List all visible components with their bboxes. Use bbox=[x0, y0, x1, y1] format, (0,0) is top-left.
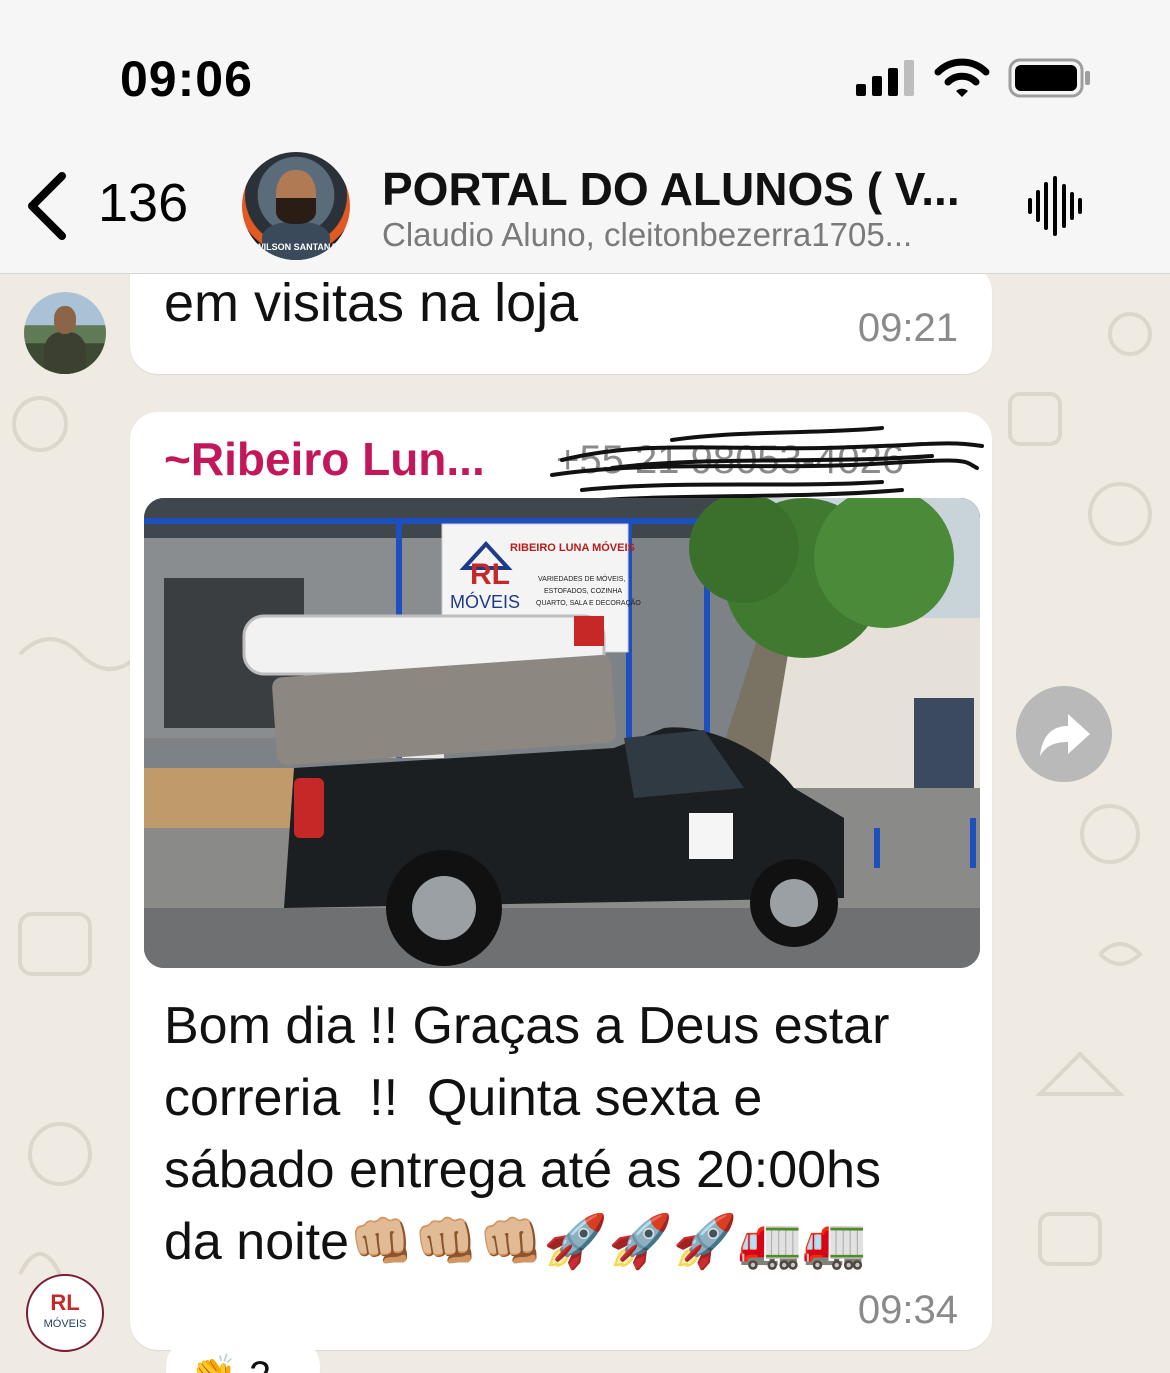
battery-icon bbox=[1008, 58, 1090, 98]
forward-button[interactable] bbox=[1016, 686, 1112, 782]
avatar-beard bbox=[276, 198, 316, 224]
sender-avatar-photo[interactable] bbox=[24, 292, 106, 374]
sender-name[interactable]: ~Ribeiro Lun... bbox=[164, 432, 485, 486]
sign-logo-sub: MÓVEIS bbox=[450, 592, 521, 612]
wifi-icon bbox=[934, 58, 990, 97]
sender-avatar-logo[interactable]: RL MÓVEIS bbox=[26, 1274, 104, 1352]
group-avatar[interactable]: WILSON SANTANA bbox=[242, 152, 350, 260]
voice-wave-icon[interactable] bbox=[1026, 176, 1084, 236]
chat-header: 136 WILSON SANTANA PORTAL DO ALUNOS ( V.… bbox=[0, 140, 1170, 274]
message-photo[interactable]: RIBEIRO LUNA MÓVEIS RL MÓVEIS VARIEDADES… bbox=[144, 498, 980, 968]
message-bubble-image[interactable]: ~Ribeiro Lun... +55 21 98053-4026 RIBEIR… bbox=[130, 412, 992, 1350]
back-unread-count[interactable]: 136 bbox=[98, 172, 188, 234]
avatar-logo-caption: MÓVEIS bbox=[43, 1318, 87, 1330]
message-line: sábado entrega até as 20:00hs bbox=[164, 1141, 882, 1199]
message-line: Bom dia !! Graças a Deus estar bbox=[164, 997, 890, 1055]
chat-participants[interactable]: Claudio Aluno, cleitonbezerra1705... bbox=[382, 216, 912, 254]
chat-area[interactable]: em visitas na loja 09:21 ~Ribeiro Lun...… bbox=[0, 274, 1170, 1373]
status-time: 09:06 bbox=[120, 51, 253, 107]
forward-arrow-icon bbox=[1040, 714, 1090, 756]
sign-logo: RL bbox=[470, 558, 510, 591]
chevron-left-icon[interactable] bbox=[22, 170, 72, 242]
sign-line: QUARTO, SALA E DECORAÇÃO bbox=[536, 600, 641, 607]
avatar-torso bbox=[44, 332, 86, 374]
message-line: da noite👊🏼👊🏼👊🏼🚀🚀🚀🚛🚛 bbox=[164, 1213, 868, 1271]
signal-icon bbox=[856, 60, 914, 96]
message-line: correria !! Quinta sexta e bbox=[164, 1069, 763, 1127]
message-text: Bom dia !! Graças a Deus estar correria … bbox=[164, 990, 964, 1278]
avatar-caption: WILSON SANTANA bbox=[255, 242, 337, 252]
avatar-logo-text: RL bbox=[50, 1290, 80, 1315]
reaction-bubble[interactable]: 👏 2 bbox=[166, 1338, 320, 1373]
message-text: em visitas na loja bbox=[164, 274, 579, 333]
status-bar: 09:06 bbox=[0, 0, 1170, 140]
sign-line: VARIEDADES DE MÓVEIS, bbox=[538, 576, 626, 583]
reaction-text: 👏 2 bbox=[188, 1352, 271, 1373]
chat-title[interactable]: PORTAL DO ALUNOS ( V... bbox=[382, 162, 960, 216]
message-time: 09:34 bbox=[857, 1288, 958, 1332]
sign-line: ESTOFADOS, COZINHA bbox=[544, 588, 623, 595]
avatar-head bbox=[54, 306, 76, 334]
sign-title: RIBEIRO LUNA MÓVEIS bbox=[510, 542, 635, 554]
message-time: 09:21 bbox=[857, 306, 958, 350]
message-bubble[interactable]: em visitas na loja 09:21 bbox=[130, 274, 992, 374]
